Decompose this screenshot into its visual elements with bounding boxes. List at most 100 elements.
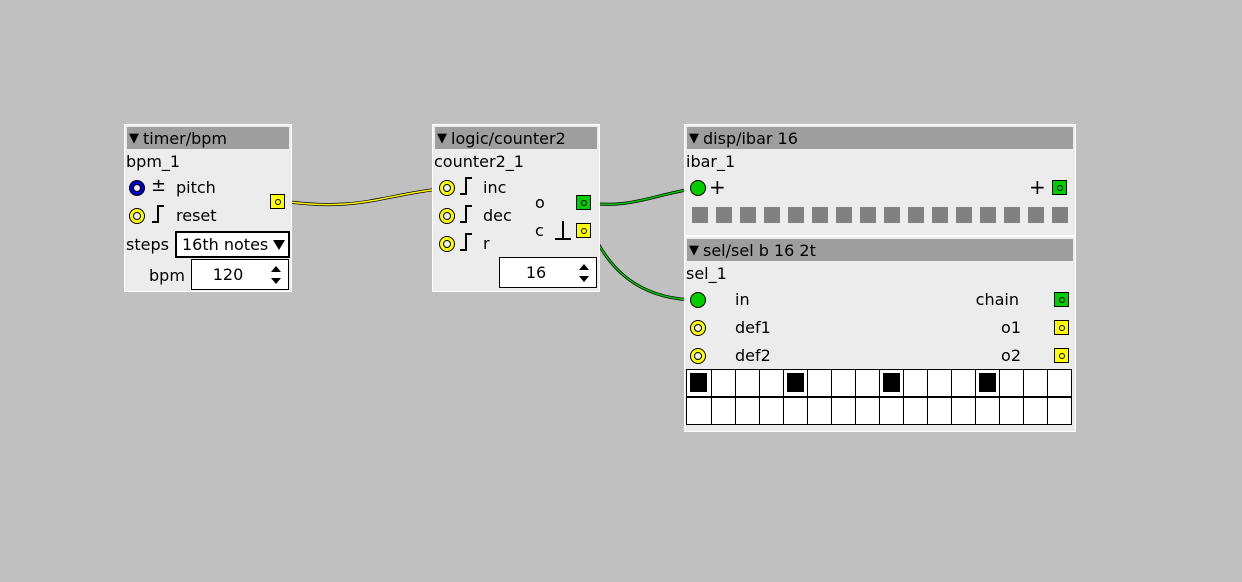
step-toggle[interactable] bbox=[927, 370, 951, 396]
step-on-mark bbox=[979, 373, 996, 392]
step-toggle[interactable] bbox=[831, 370, 855, 396]
step-toggle[interactable] bbox=[807, 370, 831, 396]
pitch-inlet[interactable] bbox=[129, 180, 145, 196]
step-toggle[interactable] bbox=[1047, 398, 1071, 424]
step-toggle[interactable] bbox=[879, 370, 903, 396]
steps-dropdown[interactable]: 16th notes bbox=[175, 231, 290, 258]
step-toggle[interactable] bbox=[1023, 370, 1047, 396]
collapse-triangle-icon[interactable]: ▼ bbox=[129, 132, 139, 145]
step-on-mark bbox=[787, 373, 804, 392]
r-inlet[interactable] bbox=[439, 236, 455, 252]
ibar-segment bbox=[692, 207, 708, 223]
inc-inlet[interactable] bbox=[439, 180, 455, 196]
ibar-inlet[interactable] bbox=[690, 180, 706, 196]
sel-header[interactable]: ▼ sel/sel b 16 2t bbox=[687, 239, 1073, 261]
bool-pulse-icon bbox=[460, 177, 472, 195]
int-plus-icon: + bbox=[709, 175, 726, 199]
sel-toggle-row-2[interactable] bbox=[686, 397, 1072, 425]
ibar-outlet[interactable] bbox=[1052, 180, 1067, 195]
step-toggle[interactable] bbox=[903, 370, 927, 396]
counter-number-box[interactable]: 16 bbox=[499, 257, 597, 288]
logic-counter2-object[interactable]: ▼ logic/counter2 counter2_1 inc dec r o … bbox=[432, 124, 600, 292]
o1-outlet[interactable] bbox=[1054, 320, 1069, 335]
ibar-segment bbox=[980, 207, 996, 223]
ibar-segment bbox=[884, 207, 900, 223]
o2-outlet[interactable] bbox=[1054, 348, 1069, 363]
ibar-segment-display bbox=[692, 207, 1068, 223]
bool-trigger-icon bbox=[555, 221, 571, 240]
object-type-title: timer/bpm bbox=[143, 128, 228, 148]
step-toggle[interactable] bbox=[687, 370, 711, 396]
o2-outlet-label: o2 bbox=[1001, 346, 1021, 365]
wire-timer-to-counter-inc bbox=[281, 186, 448, 207]
reset-inlet-label: reset bbox=[176, 206, 217, 225]
spinner-arrows-icon[interactable] bbox=[270, 265, 282, 285]
r-inlet-label: r bbox=[483, 234, 490, 253]
step-toggle[interactable] bbox=[783, 398, 807, 424]
step-toggle[interactable] bbox=[975, 398, 999, 424]
step-toggle[interactable] bbox=[855, 398, 879, 424]
collapse-triangle-icon[interactable]: ▼ bbox=[689, 132, 699, 145]
step-toggle[interactable] bbox=[783, 370, 807, 396]
step-toggle[interactable] bbox=[759, 398, 783, 424]
step-toggle[interactable] bbox=[1023, 398, 1047, 424]
step-toggle[interactable] bbox=[807, 398, 831, 424]
step-toggle[interactable] bbox=[711, 370, 735, 396]
pitch-inlet-label: pitch bbox=[176, 178, 216, 197]
in-inlet[interactable] bbox=[690, 292, 706, 308]
step-toggle[interactable] bbox=[951, 398, 975, 424]
def2-inlet[interactable] bbox=[690, 348, 706, 364]
step-toggle[interactable] bbox=[687, 398, 711, 424]
step-toggle[interactable] bbox=[975, 370, 999, 396]
step-toggle[interactable] bbox=[927, 398, 951, 424]
object-type-title: disp/ibar 16 bbox=[703, 128, 798, 148]
disp-ibar-object[interactable]: ▼ disp/ibar 16 ibar_1 + + bbox=[684, 124, 1076, 236]
step-toggle[interactable] bbox=[1047, 370, 1071, 396]
bool-pulse-icon bbox=[460, 233, 472, 251]
ibar-segment bbox=[1028, 207, 1044, 223]
c-outlet[interactable] bbox=[576, 223, 591, 238]
spinner-arrows-icon[interactable] bbox=[578, 263, 590, 283]
def1-inlet[interactable] bbox=[690, 320, 706, 336]
step-toggle[interactable] bbox=[735, 398, 759, 424]
collapse-triangle-icon[interactable]: ▼ bbox=[689, 244, 699, 257]
step-toggle[interactable] bbox=[831, 398, 855, 424]
dec-inlet[interactable] bbox=[439, 208, 455, 224]
step-toggle[interactable] bbox=[951, 370, 975, 396]
step-toggle[interactable] bbox=[855, 370, 879, 396]
step-toggle[interactable] bbox=[999, 370, 1023, 396]
chain-outlet[interactable] bbox=[1054, 292, 1069, 307]
step-on-mark bbox=[690, 373, 707, 392]
reset-inlet[interactable] bbox=[129, 208, 145, 224]
step-toggle[interactable] bbox=[903, 398, 927, 424]
def1-inlet-label: def1 bbox=[735, 318, 771, 337]
steps-dropdown-value: 16th notes bbox=[182, 235, 269, 254]
step-toggle[interactable] bbox=[759, 370, 783, 396]
o-outlet[interactable] bbox=[576, 195, 591, 210]
timer-bpm-object[interactable]: ▼ timer/bpm bpm_1 ± pitch reset steps 16… bbox=[124, 124, 292, 292]
sel-object[interactable]: ▼ sel/sel b 16 2t sel_1 in def1 def2 cha… bbox=[684, 236, 1076, 432]
counter-header[interactable]: ▼ logic/counter2 bbox=[435, 127, 597, 149]
instance-name: ibar_1 bbox=[686, 152, 736, 171]
ibar-segment bbox=[764, 207, 780, 223]
timer-bpm-header[interactable]: ▼ timer/bpm bbox=[127, 127, 289, 149]
object-type-title: sel/sel b 16 2t bbox=[703, 240, 816, 260]
ibar-segment bbox=[908, 207, 924, 223]
sel-toggle-row-1[interactable] bbox=[686, 369, 1072, 397]
bpm-label: bpm bbox=[149, 266, 185, 285]
timer-outlet[interactable] bbox=[270, 194, 285, 209]
ibar-segment bbox=[740, 207, 756, 223]
bpm-number-box[interactable]: 120 bbox=[191, 259, 289, 290]
object-type-title: logic/counter2 bbox=[451, 128, 566, 148]
collapse-triangle-icon[interactable]: ▼ bbox=[437, 132, 447, 145]
ibar-segment bbox=[932, 207, 948, 223]
instance-name: sel_1 bbox=[686, 264, 727, 283]
step-toggle[interactable] bbox=[711, 398, 735, 424]
step-toggle[interactable] bbox=[735, 370, 759, 396]
c-outlet-label: c bbox=[535, 221, 544, 240]
step-toggle[interactable] bbox=[999, 398, 1023, 424]
step-toggle[interactable] bbox=[879, 398, 903, 424]
ibar-segment bbox=[836, 207, 852, 223]
dec-inlet-label: dec bbox=[483, 206, 512, 225]
ibar-header[interactable]: ▼ disp/ibar 16 bbox=[687, 127, 1073, 149]
